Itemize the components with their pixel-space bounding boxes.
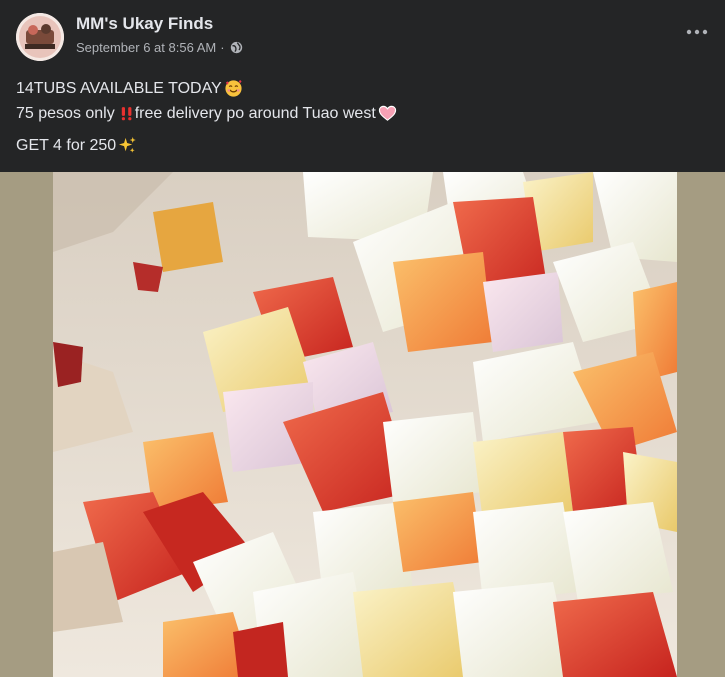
message-line-1-text: 14TUBS AVAILABLE TODAY <box>16 80 222 97</box>
message-line-3: GET 4 for 250 <box>16 133 397 158</box>
page-avatar-logo <box>16 13 64 61</box>
post-message: 14TUBS AVAILABLE TODAY 75 pesos only fre… <box>16 76 397 158</box>
globe-icon <box>230 41 242 54</box>
message-line-2-rest: free delivery po around Tuao west <box>134 105 376 122</box>
post-timestamp[interactable]: September 6 at 8:56 AM <box>76 40 216 55</box>
double-exclamation-icon <box>121 107 132 121</box>
fruit-salad-image <box>53 172 677 677</box>
fruit-salad-photo[interactable] <box>53 172 677 677</box>
page-name[interactable]: MM's Ukay Finds <box>76 14 213 34</box>
sparkles-icon <box>119 136 136 153</box>
smiling-face-with-hearts-icon <box>225 79 242 97</box>
more-options-icon <box>686 29 708 35</box>
post-meta: September 6 at 8:56 AM · <box>76 40 243 55</box>
post-header: MM's Ukay Finds September 6 at 8:56 AM · <box>0 0 725 70</box>
message-line-2-start: 75 pesos only <box>16 105 115 122</box>
message-line-2: 75 pesos only free delivery po around Tu… <box>16 101 397 126</box>
page-avatar[interactable] <box>16 13 64 61</box>
post-media[interactable] <box>0 172 725 677</box>
message-line-3-text: GET 4 for 250 <box>16 137 117 154</box>
message-line-1: 14TUBS AVAILABLE TODAY <box>16 76 397 101</box>
meta-separator: · <box>220 40 225 55</box>
more-options-button[interactable] <box>683 22 711 42</box>
pink-heart-icon <box>378 105 396 121</box>
